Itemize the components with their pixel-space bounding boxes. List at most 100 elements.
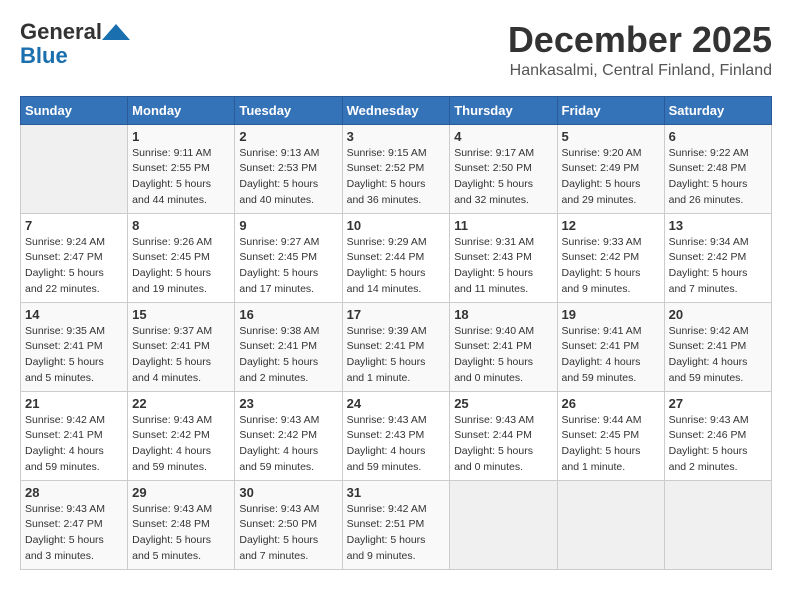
- calendar-cell: 2 Sunrise: 9:13 AMSunset: 2:53 PMDaylight…: [235, 124, 342, 213]
- col-thursday: Thursday: [450, 96, 557, 124]
- day-info: Sunrise: 9:11 AMSunset: 2:55 PMDaylight:…: [132, 146, 230, 209]
- calendar-cell: 16Sunrise: 9:38 AMSunset: 2:41 PMDayligh…: [235, 302, 342, 391]
- calendar-cell: 8 Sunrise: 9:26 AMSunset: 2:45 PMDaylight…: [128, 213, 235, 302]
- day-number: 13: [669, 218, 767, 233]
- logo-icon: [102, 24, 130, 40]
- day-info: Sunrise: 9:42 AMSunset: 2:51 PMDaylight:…: [347, 502, 446, 565]
- calendar-cell: 1 Sunrise: 9:11 AMSunset: 2:55 PMDaylight…: [128, 124, 235, 213]
- calendar-week-4: 21 Sunrise: 9:42 AMSunset: 2:41 PMDayligh…: [21, 391, 772, 480]
- calendar-cell: [450, 480, 557, 569]
- day-info: Sunrise: 9:43 AMSunset: 2:44 PMDaylight:…: [454, 413, 552, 476]
- calendar-cell: [664, 480, 771, 569]
- calendar-cell: 7 Sunrise: 9:24 AMSunset: 2:47 PMDaylight…: [21, 213, 128, 302]
- day-info: Sunrise: 9:42 AMSunset: 2:41 PMDaylight:…: [25, 413, 123, 476]
- day-number: 15: [132, 307, 230, 322]
- page-header: General Blue December 2025 Hankasalmi, C…: [20, 20, 772, 80]
- day-info: Sunrise: 9:15 AMSunset: 2:52 PMDaylight:…: [347, 146, 446, 209]
- day-info: Sunrise: 9:33 AMSunset: 2:42 PMDaylight:…: [562, 235, 660, 298]
- day-info: Sunrise: 9:31 AMSunset: 2:43 PMDaylight:…: [454, 235, 552, 298]
- logo-text: General Blue: [20, 19, 102, 68]
- calendar-cell: 13 Sunrise: 9:34 AMSunset: 2:42 PMDayligh…: [664, 213, 771, 302]
- day-info: Sunrise: 9:27 AMSunset: 2:45 PMDaylight:…: [239, 235, 337, 298]
- day-number: 9: [239, 218, 337, 233]
- calendar-cell: 3 Sunrise: 9:15 AMSunset: 2:52 PMDaylight…: [342, 124, 450, 213]
- day-info: Sunrise: 9:29 AMSunset: 2:44 PMDaylight:…: [347, 235, 446, 298]
- day-number: 30: [239, 485, 337, 500]
- calendar-week-5: 28Sunrise: 9:43 AMSunset: 2:47 PMDayligh…: [21, 480, 772, 569]
- day-info: Sunrise: 9:24 AMSunset: 2:47 PMDaylight:…: [25, 235, 123, 298]
- day-number: 19: [562, 307, 660, 322]
- calendar-cell: 28Sunrise: 9:43 AMSunset: 2:47 PMDayligh…: [21, 480, 128, 569]
- day-number: 5: [562, 129, 660, 144]
- calendar-body: 1 Sunrise: 9:11 AMSunset: 2:55 PMDaylight…: [21, 124, 772, 569]
- day-info: Sunrise: 9:43 AMSunset: 2:50 PMDaylight:…: [239, 502, 337, 565]
- day-number: 31: [347, 485, 446, 500]
- calendar-cell: [21, 124, 128, 213]
- calendar-cell: 29Sunrise: 9:43 AMSunset: 2:48 PMDayligh…: [128, 480, 235, 569]
- calendar-cell: 26 Sunrise: 9:44 AMSunset: 2:45 PMDayligh…: [557, 391, 664, 480]
- day-number: 8: [132, 218, 230, 233]
- calendar-cell: 24Sunrise: 9:43 AMSunset: 2:43 PMDayligh…: [342, 391, 450, 480]
- calendar-cell: 19Sunrise: 9:41 AMSunset: 2:41 PMDayligh…: [557, 302, 664, 391]
- col-friday: Friday: [557, 96, 664, 124]
- calendar-table: Sunday Monday Tuesday Wednesday Thursday…: [20, 96, 772, 570]
- calendar-cell: 10Sunrise: 9:29 AMSunset: 2:44 PMDayligh…: [342, 213, 450, 302]
- day-info: Sunrise: 9:34 AMSunset: 2:42 PMDaylight:…: [669, 235, 767, 298]
- day-number: 29: [132, 485, 230, 500]
- calendar-cell: 15 Sunrise: 9:37 AMSunset: 2:41 PMDayligh…: [128, 302, 235, 391]
- day-number: 23: [239, 396, 337, 411]
- calendar-week-1: 1 Sunrise: 9:11 AMSunset: 2:55 PMDaylight…: [21, 124, 772, 213]
- day-number: 26: [562, 396, 660, 411]
- day-number: 3: [347, 129, 446, 144]
- calendar-cell: 6Sunrise: 9:22 AMSunset: 2:48 PMDaylight…: [664, 124, 771, 213]
- calendar-week-2: 7 Sunrise: 9:24 AMSunset: 2:47 PMDaylight…: [21, 213, 772, 302]
- col-sunday: Sunday: [21, 96, 128, 124]
- day-info: Sunrise: 9:37 AMSunset: 2:41 PMDaylight:…: [132, 324, 230, 387]
- col-wednesday: Wednesday: [342, 96, 450, 124]
- day-number: 12: [562, 218, 660, 233]
- day-number: 20: [669, 307, 767, 322]
- day-info: Sunrise: 9:13 AMSunset: 2:53 PMDaylight:…: [239, 146, 337, 209]
- logo: General Blue: [20, 20, 102, 68]
- calendar-cell: 30 Sunrise: 9:43 AMSunset: 2:50 PMDayligh…: [235, 480, 342, 569]
- day-number: 14: [25, 307, 123, 322]
- calendar-cell: 22Sunrise: 9:43 AMSunset: 2:42 PMDayligh…: [128, 391, 235, 480]
- day-number: 7: [25, 218, 123, 233]
- calendar-header: Sunday Monday Tuesday Wednesday Thursday…: [21, 96, 772, 124]
- day-number: 4: [454, 129, 552, 144]
- month-title: December 2025: [508, 20, 772, 60]
- calendar-cell: 5 Sunrise: 9:20 AMSunset: 2:49 PMDaylight…: [557, 124, 664, 213]
- day-number: 27: [669, 396, 767, 411]
- calendar-cell: 25 Sunrise: 9:43 AMSunset: 2:44 PMDayligh…: [450, 391, 557, 480]
- calendar-cell: 21 Sunrise: 9:42 AMSunset: 2:41 PMDayligh…: [21, 391, 128, 480]
- calendar-cell: 17Sunrise: 9:39 AMSunset: 2:41 PMDayligh…: [342, 302, 450, 391]
- day-info: Sunrise: 9:20 AMSunset: 2:49 PMDaylight:…: [562, 146, 660, 209]
- title-block: December 2025 Hankasalmi, Central Finlan…: [508, 20, 772, 80]
- calendar-cell: 20Sunrise: 9:42 AMSunset: 2:41 PMDayligh…: [664, 302, 771, 391]
- col-saturday: Saturday: [664, 96, 771, 124]
- day-number: 16: [239, 307, 337, 322]
- day-number: 22: [132, 396, 230, 411]
- calendar-cell: 27Sunrise: 9:43 AMSunset: 2:46 PMDayligh…: [664, 391, 771, 480]
- day-info: Sunrise: 9:17 AMSunset: 2:50 PMDaylight:…: [454, 146, 552, 209]
- calendar-cell: 18 Sunrise: 9:40 AMSunset: 2:41 PMDayligh…: [450, 302, 557, 391]
- header-row: Sunday Monday Tuesday Wednesday Thursday…: [21, 96, 772, 124]
- day-number: 25: [454, 396, 552, 411]
- day-number: 18: [454, 307, 552, 322]
- day-number: 17: [347, 307, 446, 322]
- day-info: Sunrise: 9:26 AMSunset: 2:45 PMDaylight:…: [132, 235, 230, 298]
- day-info: Sunrise: 9:22 AMSunset: 2:48 PMDaylight:…: [669, 146, 767, 209]
- day-info: Sunrise: 9:44 AMSunset: 2:45 PMDaylight:…: [562, 413, 660, 476]
- col-monday: Monday: [128, 96, 235, 124]
- day-info: Sunrise: 9:40 AMSunset: 2:41 PMDaylight:…: [454, 324, 552, 387]
- day-number: 1: [132, 129, 230, 144]
- day-info: Sunrise: 9:35 AMSunset: 2:41 PMDaylight:…: [25, 324, 123, 387]
- location-title: Hankasalmi, Central Finland, Finland: [508, 62, 772, 80]
- day-number: 24: [347, 396, 446, 411]
- day-number: 21: [25, 396, 123, 411]
- calendar-cell: 11Sunrise: 9:31 AMSunset: 2:43 PMDayligh…: [450, 213, 557, 302]
- calendar-cell: 12 Sunrise: 9:33 AMSunset: 2:42 PMDayligh…: [557, 213, 664, 302]
- calendar-cell: 23Sunrise: 9:43 AMSunset: 2:42 PMDayligh…: [235, 391, 342, 480]
- day-number: 28: [25, 485, 123, 500]
- day-number: 2: [239, 129, 337, 144]
